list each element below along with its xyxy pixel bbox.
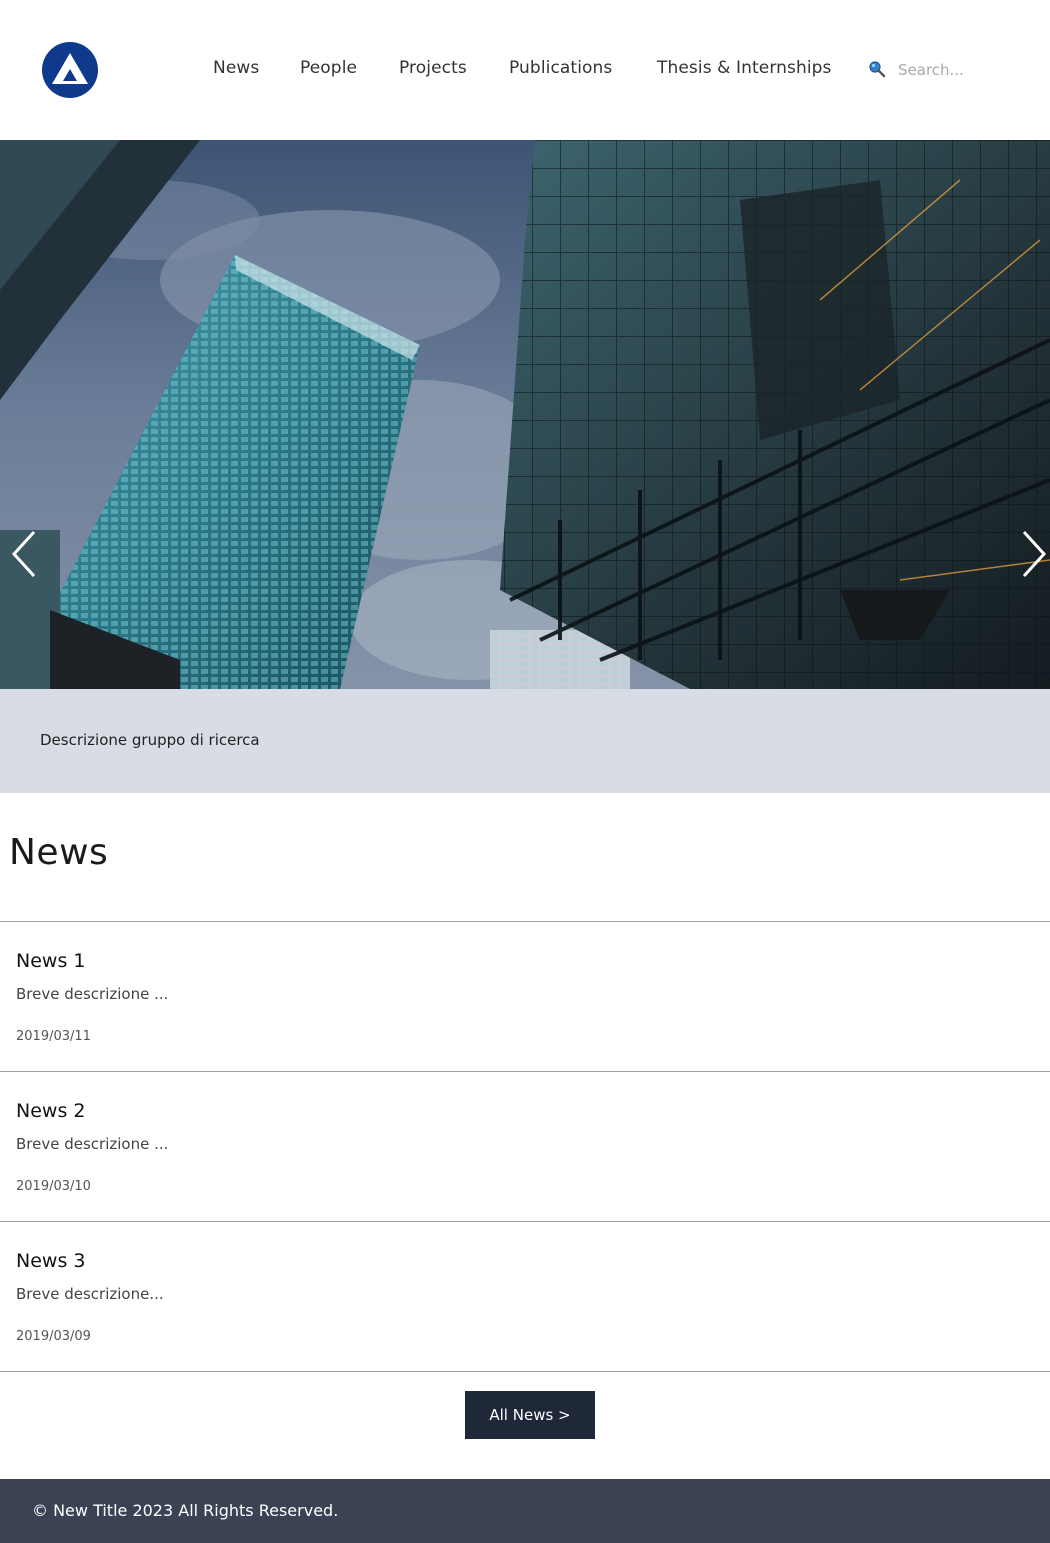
- nav-item-news[interactable]: News: [213, 58, 259, 78]
- news-item[interactable]: News 2 Breve descrizione ... 2019/03/10: [0, 1071, 1050, 1221]
- hero-carousel: [0, 140, 1050, 689]
- news-item-title[interactable]: News 1: [16, 950, 85, 972]
- nav-item-projects[interactable]: Projects: [399, 58, 467, 78]
- site-header: News People Projects Publications Thesis…: [0, 0, 1050, 140]
- news-item-summary: Breve descrizione ...: [16, 985, 169, 1003]
- news-item[interactable]: News 1 Breve descrizione ... 2019/03/11: [0, 921, 1050, 1071]
- search-box: [868, 58, 1008, 82]
- news-item-date: 2019/03/10: [16, 1179, 91, 1194]
- group-description: Descrizione gruppo di ricerca: [40, 731, 260, 749]
- nav-item-people[interactable]: People: [300, 58, 357, 78]
- all-news-button[interactable]: All News >: [465, 1391, 595, 1439]
- carousel-prev-button[interactable]: [6, 528, 46, 580]
- news-item-title[interactable]: News 2: [16, 1100, 85, 1122]
- skyscrapers-photo: [0, 140, 1050, 689]
- news-item-date: 2019/03/09: [16, 1329, 91, 1344]
- footer-copyright: © New Title 2023 All Rights Reserved.: [32, 1501, 339, 1520]
- nav-item-publications[interactable]: Publications: [509, 58, 612, 78]
- search-icon[interactable]: [868, 60, 886, 78]
- news-section-title: News: [9, 832, 109, 873]
- group-description-band: Descrizione gruppo di ricerca: [0, 689, 1050, 793]
- site-footer: © New Title 2023 All Rights Reserved.: [0, 1479, 1050, 1543]
- news-list: News 1 Breve descrizione ... 2019/03/11 …: [0, 921, 1050, 1372]
- news-list-divider: [0, 1371, 1050, 1372]
- news-item[interactable]: News 3 Breve descrizione... 2019/03/09: [0, 1221, 1050, 1371]
- triangle-logo-icon[interactable]: [42, 42, 98, 98]
- search-input[interactable]: [898, 58, 1003, 82]
- carousel-next-button[interactable]: [1012, 528, 1050, 580]
- nav-item-thesis-internships[interactable]: Thesis & Internships: [657, 58, 832, 78]
- news-item-summary: Breve descrizione...: [16, 1285, 164, 1303]
- news-item-date: 2019/03/11: [16, 1029, 91, 1044]
- news-item-title[interactable]: News 3: [16, 1250, 85, 1272]
- news-item-summary: Breve descrizione ...: [16, 1135, 169, 1153]
